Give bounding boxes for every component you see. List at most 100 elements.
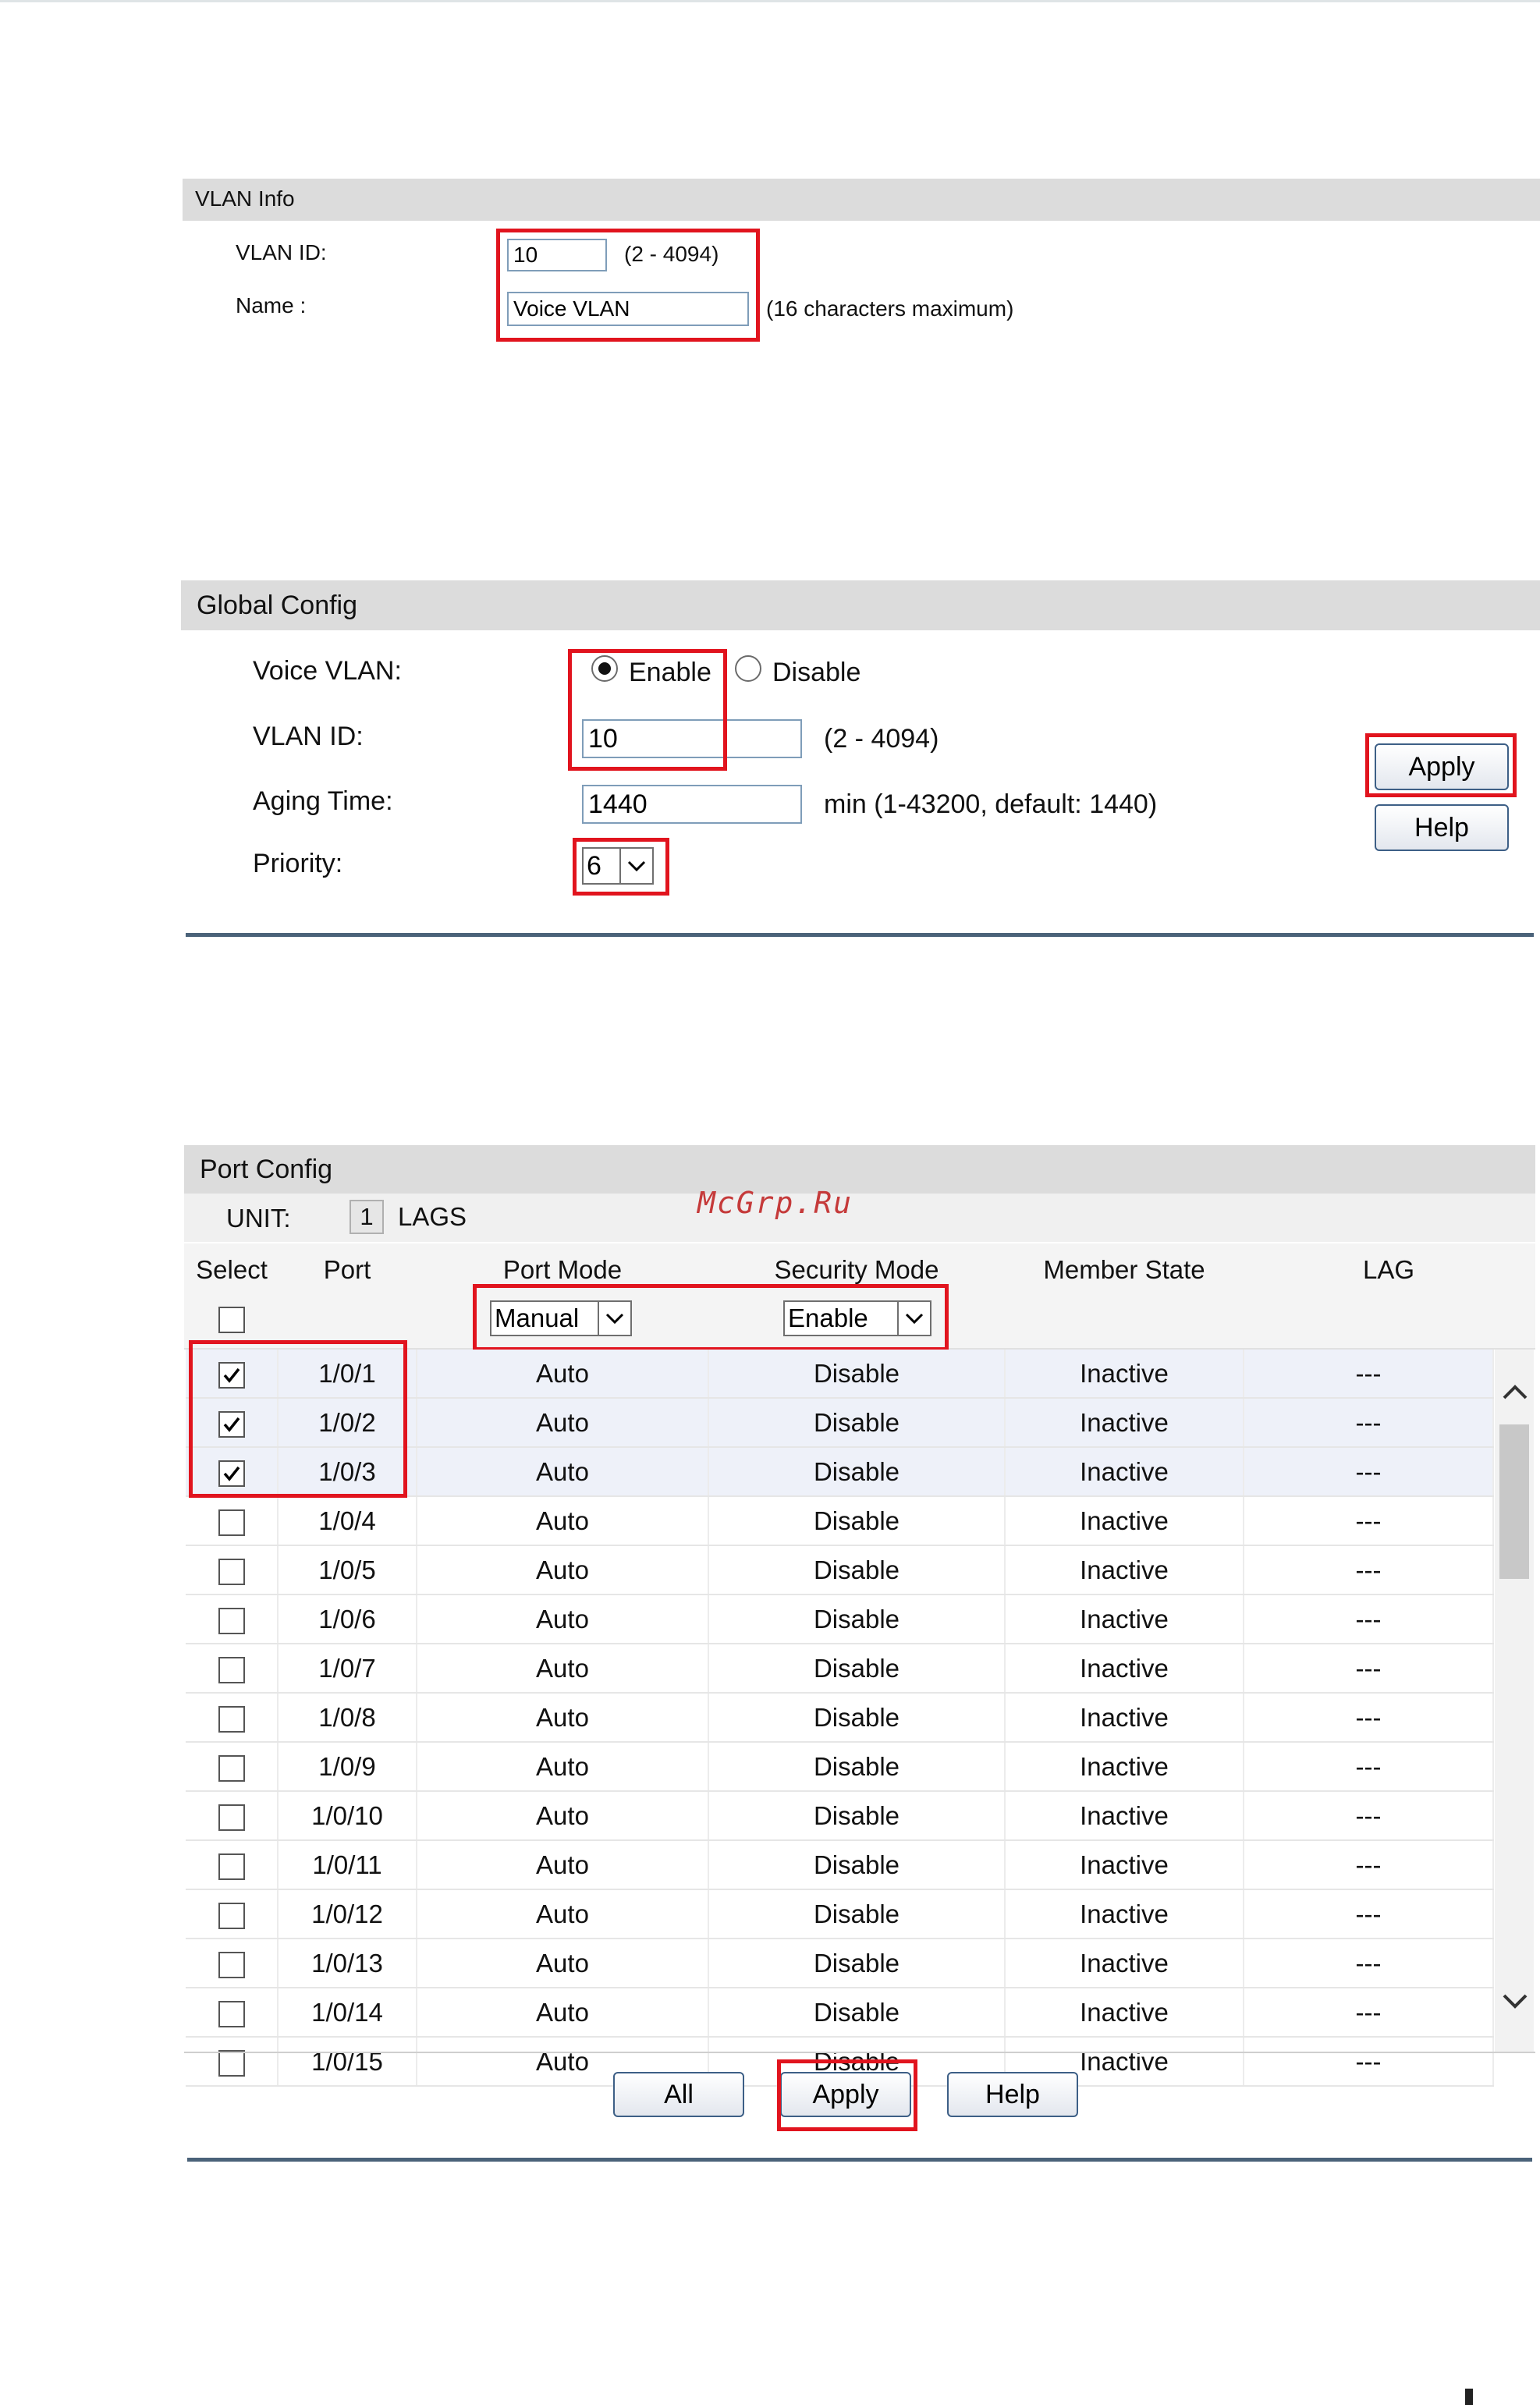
table-row: 1/0/3 Auto Disable Inactive --- bbox=[186, 1447, 1494, 1497]
row-select-checkbox[interactable] bbox=[218, 1853, 245, 1880]
row-select-checkbox[interactable] bbox=[218, 2049, 245, 2077]
member-state-cell: Inactive bbox=[1005, 1791, 1244, 1841]
select-cell bbox=[186, 1398, 279, 1448]
lags-link[interactable]: LAGS bbox=[398, 1202, 467, 1232]
port-mode-filter-select[interactable]: Manual bbox=[490, 1300, 632, 1336]
table-row: 1/0/12 Auto Disable Inactive --- bbox=[186, 1889, 1494, 1939]
row-select-checkbox[interactable] bbox=[218, 1410, 245, 1438]
lag-cell: --- bbox=[1244, 2037, 1494, 2087]
select-cell bbox=[186, 1447, 279, 1497]
security-mode-cell: Disable bbox=[708, 1350, 1006, 1399]
port-cell: 1/0/15 bbox=[278, 2037, 417, 2087]
lag-cell: --- bbox=[1244, 1447, 1494, 1497]
port-mode-cell: Auto bbox=[417, 1693, 709, 1743]
lag-cell: --- bbox=[1244, 1398, 1494, 1448]
row-select-checkbox[interactable] bbox=[218, 1705, 245, 1733]
priority-label: Priority: bbox=[253, 849, 343, 878]
member-state-cell: Inactive bbox=[1005, 1398, 1244, 1448]
row-select-checkbox[interactable] bbox=[218, 1804, 245, 1831]
port-cell: 1/0/11 bbox=[278, 1840, 417, 1890]
col-header-port-mode: Port Mode bbox=[502, 1255, 623, 1284]
row-select-checkbox[interactable] bbox=[218, 1902, 245, 1929]
global-vlan-id-input[interactable] bbox=[582, 719, 802, 758]
lag-cell: --- bbox=[1244, 1693, 1494, 1743]
table-row: 1/0/2 Auto Disable Inactive --- bbox=[186, 1398, 1494, 1448]
scrollbar-thumb[interactable] bbox=[1499, 1424, 1529, 1579]
vlan-info-name-input[interactable] bbox=[507, 292, 749, 326]
port-mode-cell: Auto bbox=[417, 1889, 709, 1939]
checkmark-icon bbox=[223, 1367, 240, 1383]
port-mode-cell: Auto bbox=[417, 1644, 709, 1694]
select-cell bbox=[186, 1545, 279, 1595]
scroll-down-icon[interactable] bbox=[1501, 1992, 1529, 2015]
table-row: 1/0/8 Auto Disable Inactive --- bbox=[186, 1693, 1494, 1743]
vlan-info-name-hint: (16 characters maximum) bbox=[766, 296, 1014, 321]
port-config-separator bbox=[187, 2158, 1532, 2162]
global-help-button[interactable]: Help bbox=[1375, 804, 1509, 851]
port-mode-cell: Auto bbox=[417, 1594, 709, 1644]
port-mode-filter-value: Manual bbox=[495, 1304, 580, 1332]
security-mode-cell: Disable bbox=[708, 1742, 1006, 1792]
select-cell bbox=[186, 1791, 279, 1841]
table-row: 1/0/13 Auto Disable Inactive --- bbox=[186, 1939, 1494, 1988]
security-mode-cell: Disable bbox=[708, 1693, 1006, 1743]
voice-vlan-disable-radio[interactable] bbox=[735, 655, 761, 682]
row-select-checkbox[interactable] bbox=[218, 1656, 245, 1683]
vlan-info-vlan-id-hint: (2 - 4094) bbox=[624, 242, 719, 266]
vlan-info-title: VLAN Info bbox=[195, 186, 295, 211]
port-cell: 1/0/2 bbox=[278, 1398, 417, 1448]
select-cell bbox=[186, 1988, 279, 2038]
security-mode-cell: Disable bbox=[708, 1447, 1006, 1497]
vlan-info-vlan-id-input[interactable] bbox=[507, 239, 607, 271]
global-config-title: Global Config bbox=[197, 591, 358, 620]
global-apply-button[interactable]: Apply bbox=[1375, 743, 1509, 790]
port-cell: 1/0/5 bbox=[278, 1545, 417, 1595]
chevron-down-icon bbox=[619, 849, 652, 883]
port-all-button[interactable]: All bbox=[613, 2072, 744, 2117]
security-mode-filter-select[interactable]: Enable bbox=[783, 1300, 931, 1336]
port-mode-cell: Auto bbox=[417, 1939, 709, 1988]
row-select-checkbox[interactable] bbox=[218, 1607, 245, 1634]
global-config-separator bbox=[186, 933, 1534, 937]
row-select-checkbox[interactable] bbox=[218, 1754, 245, 1782]
port-cell: 1/0/9 bbox=[278, 1742, 417, 1792]
row-select-checkbox[interactable] bbox=[218, 1558, 245, 1585]
chevron-down-icon bbox=[897, 1302, 930, 1335]
page-corner-mark bbox=[1465, 2389, 1473, 2405]
unit-1-button[interactable]: 1 bbox=[350, 1200, 384, 1234]
priority-select[interactable]: 6 bbox=[582, 847, 654, 885]
port-mode-cell: Auto bbox=[417, 1988, 709, 2038]
security-mode-cell: Disable bbox=[708, 1644, 1006, 1694]
row-select-checkbox[interactable] bbox=[218, 1509, 245, 1536]
table-row: 1/0/4 Auto Disable Inactive --- bbox=[186, 1496, 1494, 1546]
member-state-cell: Inactive bbox=[1005, 1350, 1244, 1399]
port-cell: 1/0/12 bbox=[278, 1889, 417, 1939]
port-mode-cell: Auto bbox=[417, 1791, 709, 1841]
member-state-cell: Inactive bbox=[1005, 1939, 1244, 1988]
row-select-checkbox[interactable] bbox=[218, 1361, 245, 1389]
port-cell: 1/0/14 bbox=[278, 1988, 417, 2038]
aging-time-input[interactable] bbox=[582, 785, 802, 824]
member-state-cell: Inactive bbox=[1005, 1742, 1244, 1792]
member-state-cell: Inactive bbox=[1005, 1594, 1244, 1644]
select-all-checkbox[interactable] bbox=[218, 1307, 245, 1333]
select-cell bbox=[186, 1594, 279, 1644]
lag-cell: --- bbox=[1244, 1939, 1494, 1988]
col-header-port: Port bbox=[323, 1255, 371, 1284]
row-select-checkbox[interactable] bbox=[218, 1460, 245, 1487]
port-apply-button[interactable]: Apply bbox=[780, 2072, 911, 2117]
member-state-cell: Inactive bbox=[1005, 1545, 1244, 1595]
port-help-button[interactable]: Help bbox=[947, 2072, 1078, 2117]
port-mode-cell: Auto bbox=[417, 1545, 709, 1595]
lag-cell: --- bbox=[1244, 1988, 1494, 2038]
chevron-down-icon bbox=[598, 1302, 630, 1335]
row-select-checkbox[interactable] bbox=[218, 2000, 245, 2027]
voice-vlan-enable-label: Enable bbox=[629, 658, 711, 687]
aging-time-label: Aging Time: bbox=[253, 786, 393, 816]
port-table: 1/0/1 Auto Disable Inactive --- 1/0/2 Auto Disa… bbox=[186, 1350, 1494, 2087]
scroll-up-icon[interactable] bbox=[1501, 1382, 1529, 1405]
voice-vlan-enable-radio[interactable] bbox=[591, 655, 618, 682]
select-cell bbox=[186, 1693, 279, 1743]
row-select-checkbox[interactable] bbox=[218, 1951, 245, 1978]
port-mode-cell: Auto bbox=[417, 1398, 709, 1448]
